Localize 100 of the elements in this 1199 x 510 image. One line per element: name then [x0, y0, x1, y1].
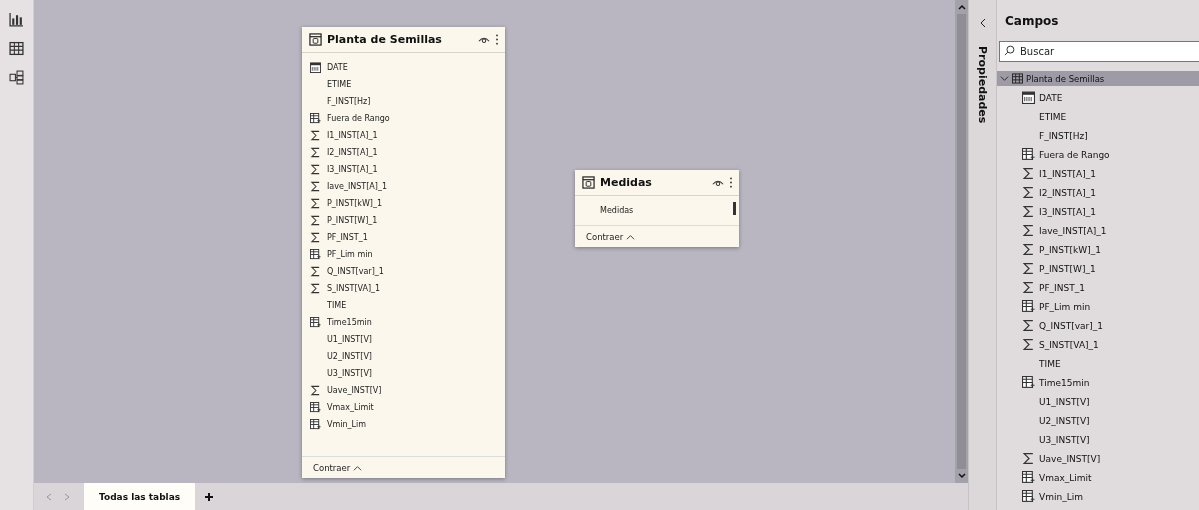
field-name[interactable]: U3_INST[V] [325, 369, 374, 378]
field-name[interactable]: TIME [325, 301, 349, 310]
field-name[interactable]: U2_INST[V] [325, 352, 374, 361]
sum-icon [1022, 186, 1035, 199]
field-name[interactable]: Fuera de Rango [1038, 149, 1111, 160]
field-name[interactable]: U2_INST[V] [1038, 415, 1091, 426]
add-icon[interactable] [204, 491, 215, 502]
field-name[interactable]: Iave_INST[A]_1 [1038, 225, 1108, 236]
sum-icon [310, 164, 321, 175]
field-name[interactable]: PF_INST_1 [1038, 282, 1086, 293]
sum-icon [1022, 319, 1035, 332]
model-view-icon[interactable] [9, 70, 24, 85]
sum-icon [310, 147, 321, 158]
chevron-left-icon[interactable] [979, 18, 986, 28]
calculated-column-icon [310, 419, 321, 430]
field-name[interactable]: Time15min [1038, 377, 1091, 388]
sum-icon [1022, 205, 1035, 218]
sum-icon [1022, 167, 1035, 180]
sum-icon [1022, 338, 1035, 351]
table-icon [309, 33, 322, 46]
field-name[interactable]: Vmin_Lim [325, 420, 369, 429]
more-options-icon[interactable] [729, 177, 733, 188]
field-name[interactable]: DATE [1038, 92, 1064, 103]
field-name[interactable]: S_INST[VA]_1 [325, 284, 383, 293]
calculated-column-icon [1022, 471, 1035, 484]
sum-icon [1022, 262, 1035, 275]
eye-icon[interactable] [478, 35, 490, 44]
field-name[interactable]: I1_INST[A]_1 [325, 131, 380, 140]
field-name[interactable]: Iave_INST[A]_1 [325, 182, 390, 191]
tree-table-node[interactable]: Planta de Semillas [997, 71, 1199, 86]
calculated-column-icon [1022, 490, 1035, 503]
chevron-up-icon [353, 464, 363, 471]
expand-chevron-icon[interactable] [1000, 74, 1009, 83]
sum-icon [310, 215, 321, 226]
field-name[interactable]: Uave_INST[V] [1038, 453, 1102, 464]
table-card[interactable] [302, 27, 505, 478]
calendar-icon [1022, 91, 1035, 104]
field-name[interactable]: I2_INST[A]_1 [325, 148, 380, 157]
chevron-up-icon [626, 233, 636, 240]
sum-icon [1022, 243, 1035, 256]
field-name[interactable]: P_INST[kW]_1 [325, 199, 384, 208]
field-name[interactable]: I1_INST[A]_1 [1038, 168, 1097, 179]
scroll-down-icon[interactable] [957, 473, 966, 479]
field-name[interactable]: P_INST[W]_1 [325, 216, 380, 225]
field-name[interactable]: Fuera de Rango [325, 114, 392, 123]
field-name[interactable]: P_INST[kW]_1 [1038, 244, 1102, 255]
field-name[interactable]: Time15min [325, 318, 374, 327]
field-name[interactable]: ETIME [1038, 111, 1068, 122]
search-field[interactable]: Buscar [999, 41, 1199, 62]
calculated-column-icon [310, 249, 321, 260]
sum-icon [1022, 452, 1035, 465]
table-name: Medidas [600, 176, 653, 189]
calculated-column-icon [310, 113, 321, 124]
field-name[interactable]: U1_INST[V] [1038, 396, 1091, 407]
eye-icon[interactable] [712, 178, 724, 187]
field-name[interactable]: Vmax_Limit [325, 403, 376, 412]
collapse-button[interactable]: Contraer [585, 229, 637, 244]
table-card[interactable]: Medidas Medidas Contraer [575, 170, 739, 247]
field-name[interactable]: Uave_INST[V] [325, 386, 384, 395]
page-tab[interactable]: Todas las tablas [84, 483, 196, 510]
more-options-icon[interactable] [495, 34, 499, 45]
field-name[interactable]: I3_INST[A]_1 [1038, 206, 1097, 217]
field-name[interactable]: U1_INST[V] [325, 335, 374, 344]
field-name[interactable]: U3_INST[V] [1038, 434, 1091, 445]
field-name[interactable]: S_INST[VA]_1 [1038, 339, 1100, 350]
field-name[interactable]: Vmin_Lim [1038, 491, 1084, 502]
field-name[interactable]: PF_INST_1 [325, 233, 370, 242]
calendar-icon [310, 62, 321, 73]
pane-title: Campos [1004, 13, 1060, 30]
sum-icon [1022, 281, 1035, 294]
calculated-column-icon [1022, 300, 1035, 313]
table-view-icon[interactable] [9, 41, 24, 56]
sum-icon [310, 385, 321, 396]
sum-icon [310, 232, 321, 243]
table-icon [1012, 73, 1023, 84]
field-name[interactable]: ETIME [325, 80, 354, 89]
sum-icon [1022, 224, 1035, 237]
collapse-button[interactable]: Contraer [312, 460, 364, 475]
field-name[interactable]: I3_INST[A]_1 [325, 165, 380, 174]
field-name[interactable]: P_INST[W]_1 [1038, 263, 1097, 274]
sum-icon [310, 266, 321, 277]
scroll-up-icon[interactable] [957, 4, 966, 10]
sum-icon [310, 283, 321, 294]
field-name[interactable]: PF_Lim min [1038, 301, 1092, 312]
calculated-column-icon [310, 317, 321, 328]
field-name[interactable]: Vmax_Limit [1038, 472, 1093, 483]
scrollbar-thumb[interactable] [733, 202, 736, 215]
field-name[interactable]: TIME [1038, 358, 1062, 369]
field-name[interactable]: Medidas [598, 206, 636, 215]
field-name[interactable]: F_INST[Hz] [325, 97, 373, 106]
tree-table-name: Planta de Semillas [1026, 73, 1105, 84]
field-name[interactable]: F_INST[Hz] [1038, 130, 1089, 141]
report-view-icon[interactable] [9, 12, 24, 27]
field-name[interactable]: I2_INST[A]_1 [1038, 187, 1097, 198]
field-name[interactable]: PF_Lim min [325, 250, 375, 259]
search-icon [1004, 45, 1015, 56]
field-name[interactable]: DATE [325, 63, 350, 72]
properties-pane-label[interactable]: Propiedades [976, 46, 989, 124]
field-name[interactable]: Q_INST[var]_1 [1038, 320, 1104, 331]
field-name[interactable]: Q_INST[var]_1 [325, 267, 386, 276]
